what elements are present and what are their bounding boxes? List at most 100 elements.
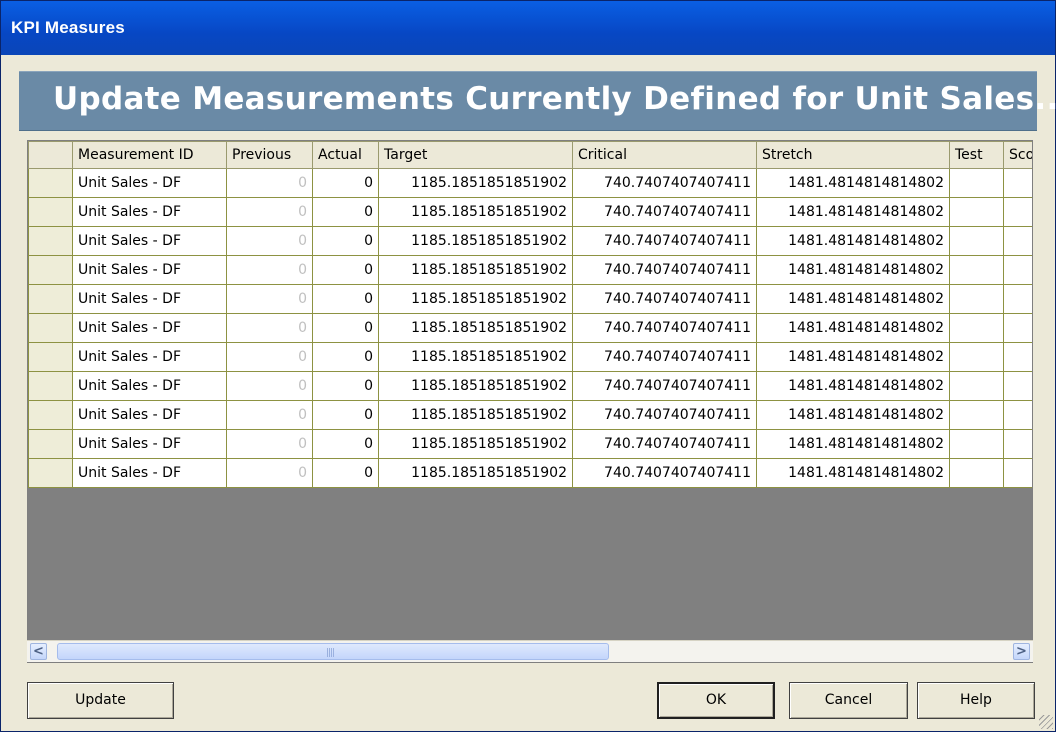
measurement-id-cell[interactable]: Unit Sales - DF [72,226,227,256]
previous-cell[interactable]: 0 [226,371,313,401]
stretch-cell[interactable]: 1481.4814814814802 [756,226,950,256]
row-selector[interactable] [28,168,73,198]
measurement-id-cell[interactable]: Unit Sales - DF [72,400,227,430]
critical-cell[interactable]: 740.7407407407411 [572,429,757,459]
table-row[interactable]: Unit Sales - DF 0 0 1185.1851851851902 740.7… [28,168,1032,198]
table-row[interactable]: Unit Sales - DF 0 0 1185.1851851851902 740.7… [28,400,1032,430]
previous-cell[interactable]: 0 [226,458,313,488]
target-cell[interactable]: 1185.1851851851902 [378,429,573,459]
test-cell[interactable] [949,168,1004,198]
previous-cell[interactable]: 0 [226,400,313,430]
test-cell[interactable] [949,342,1004,372]
actual-cell[interactable]: 0 [312,429,379,459]
previous-cell[interactable]: 0 [226,255,313,285]
scroll-right-arrow-icon[interactable]: > [1013,643,1030,660]
measurement-id-cell[interactable]: Unit Sales - DF [72,284,227,314]
resize-grip-icon[interactable] [1039,715,1053,729]
actual-cell[interactable]: 0 [312,458,379,488]
row-selector[interactable] [28,400,73,430]
previous-cell[interactable]: 0 [226,168,313,198]
critical-cell[interactable]: 740.7407407407411 [572,400,757,430]
score-cell[interactable] [1003,284,1032,314]
target-cell[interactable]: 1185.1851851851902 [378,313,573,343]
title-bar[interactable]: KPI Measures [1,1,1055,55]
stretch-cell[interactable]: 1481.4814814814802 [756,371,950,401]
row-selector[interactable] [28,226,73,256]
stretch-cell[interactable]: 1481.4814814814802 [756,168,950,198]
measurement-id-cell[interactable]: Unit Sales - DF [72,313,227,343]
column-header[interactable]: Scor [1003,141,1032,169]
test-cell[interactable] [949,400,1004,430]
measurement-id-cell[interactable]: Unit Sales - DF [72,458,227,488]
ok-button[interactable]: OK [657,682,775,719]
test-cell[interactable] [949,255,1004,285]
target-cell[interactable]: 1185.1851851851902 [378,342,573,372]
test-cell[interactable] [949,458,1004,488]
table-row[interactable]: Unit Sales - DF 0 0 1185.1851851851902 740.7… [28,429,1032,459]
critical-cell[interactable]: 740.7407407407411 [572,371,757,401]
test-cell[interactable] [949,313,1004,343]
critical-cell[interactable]: 740.7407407407411 [572,458,757,488]
table-row[interactable]: Unit Sales - DF 0 0 1185.1851851851902 740.7… [28,197,1032,227]
stretch-cell[interactable]: 1481.4814814814802 [756,342,950,372]
previous-cell[interactable]: 0 [226,342,313,372]
help-button[interactable]: Help [917,682,1035,719]
score-cell[interactable] [1003,371,1032,401]
actual-cell[interactable]: 0 [312,371,379,401]
test-cell[interactable] [949,371,1004,401]
previous-cell[interactable]: 0 [226,197,313,227]
table-row[interactable]: Unit Sales - DF 0 0 1185.1851851851902 740.7… [28,342,1032,372]
table-row[interactable]: Unit Sales - DF 0 0 1185.1851851851902 740.7… [28,458,1032,488]
row-selector[interactable] [28,255,73,285]
score-cell[interactable] [1003,168,1032,198]
previous-cell[interactable]: 0 [226,284,313,314]
row-selector[interactable] [28,458,73,488]
row-selector[interactable] [28,371,73,401]
actual-cell[interactable]: 0 [312,226,379,256]
previous-cell[interactable]: 0 [226,313,313,343]
scrollbar-thumb[interactable]: |||| [57,643,609,660]
stretch-cell[interactable]: 1481.4814814814802 [756,255,950,285]
stretch-cell[interactable]: 1481.4814814814802 [756,458,950,488]
actual-cell[interactable]: 0 [312,197,379,227]
score-cell[interactable] [1003,342,1032,372]
stretch-cell[interactable]: 1481.4814814814802 [756,284,950,314]
test-cell[interactable] [949,429,1004,459]
score-cell[interactable] [1003,458,1032,488]
measurement-id-cell[interactable]: Unit Sales - DF [72,197,227,227]
horizontal-scrollbar[interactable]: < |||| > [27,640,1033,662]
critical-cell[interactable]: 740.7407407407411 [572,168,757,198]
column-header[interactable]: Actual [312,141,379,169]
measurement-id-cell[interactable]: Unit Sales - DF [72,429,227,459]
critical-cell[interactable]: 740.7407407407411 [572,313,757,343]
table-row[interactable]: Unit Sales - DF 0 0 1185.1851851851902 740.7… [28,226,1032,256]
actual-cell[interactable]: 0 [312,284,379,314]
row-selector[interactable] [28,313,73,343]
test-cell[interactable] [949,284,1004,314]
score-cell[interactable] [1003,197,1032,227]
stretch-cell[interactable]: 1481.4814814814802 [756,313,950,343]
column-header[interactable]: Target [378,141,573,169]
previous-cell[interactable]: 0 [226,226,313,256]
measurement-id-cell[interactable]: Unit Sales - DF [72,371,227,401]
test-cell[interactable] [949,197,1004,227]
actual-cell[interactable]: 0 [312,400,379,430]
score-cell[interactable] [1003,226,1032,256]
measurement-id-cell[interactable]: Unit Sales - DF [72,342,227,372]
critical-cell[interactable]: 740.7407407407411 [572,342,757,372]
critical-cell[interactable]: 740.7407407407411 [572,284,757,314]
actual-cell[interactable]: 0 [312,168,379,198]
critical-cell[interactable]: 740.7407407407411 [572,226,757,256]
target-cell[interactable]: 1185.1851851851902 [378,458,573,488]
stretch-cell[interactable]: 1481.4814814814802 [756,197,950,227]
cancel-button[interactable]: Cancel [789,682,908,719]
previous-cell[interactable]: 0 [226,429,313,459]
target-cell[interactable]: 1185.1851851851902 [378,400,573,430]
actual-cell[interactable]: 0 [312,255,379,285]
table-row[interactable]: Unit Sales - DF 0 0 1185.1851851851902 740.7… [28,255,1032,285]
measurement-id-cell[interactable]: Unit Sales - DF [72,255,227,285]
row-selector[interactable] [28,429,73,459]
actual-cell[interactable]: 0 [312,342,379,372]
table-row[interactable]: Unit Sales - DF 0 0 1185.1851851851902 740.7… [28,284,1032,314]
row-selector[interactable] [28,197,73,227]
